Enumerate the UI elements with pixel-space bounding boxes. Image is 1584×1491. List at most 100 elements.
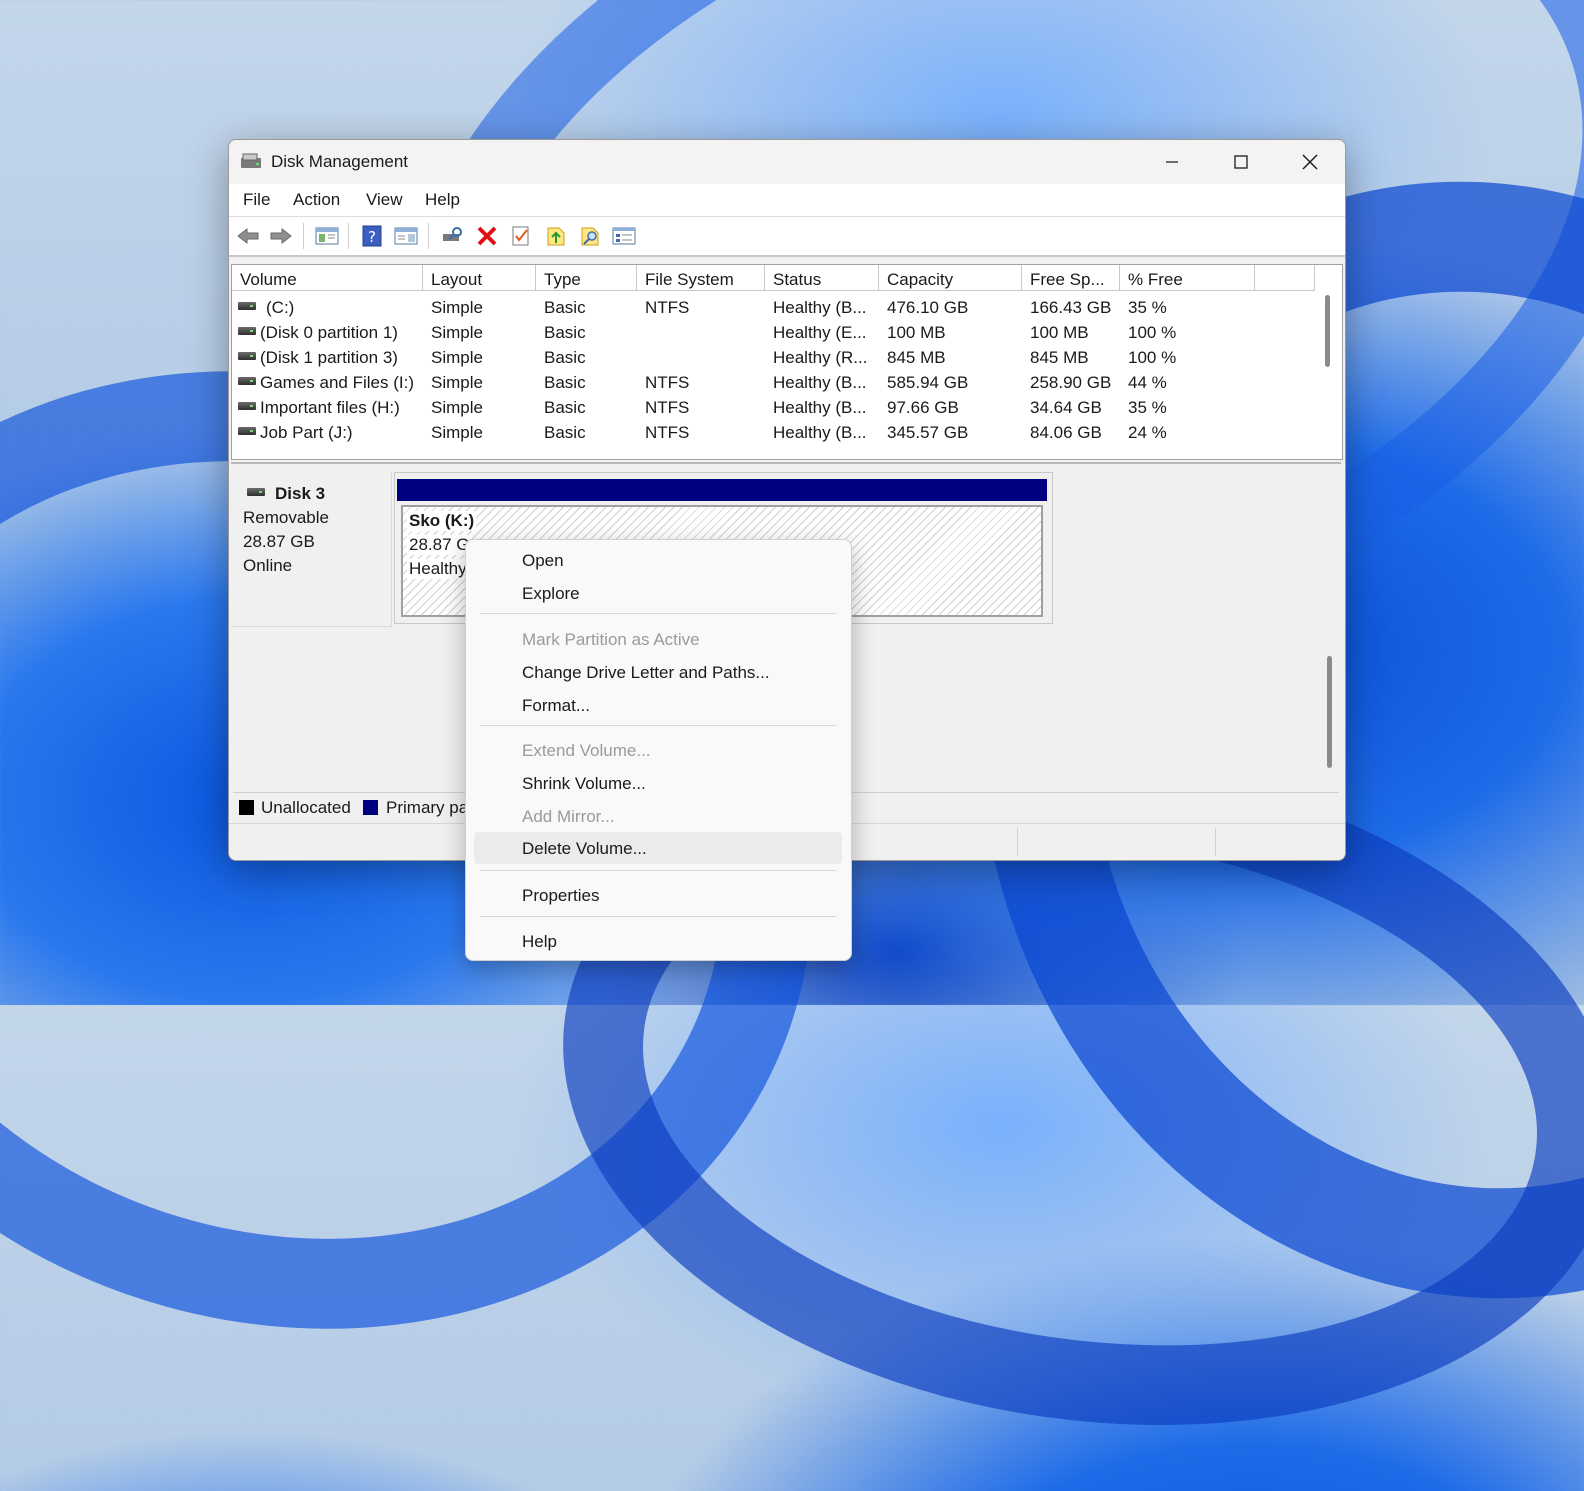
menu-bar: File Action View Help	[229, 184, 1345, 217]
menu-item-label: Extend Volume...	[522, 741, 651, 760]
disk-label-panel[interactable]: Disk 3 Removable 28.87 GB Online	[231, 472, 392, 627]
menu-item-explore[interactable]: Explore	[474, 577, 842, 609]
cell-free-space: 84.06 GB	[1030, 423, 1102, 442]
cell-type: Basic	[544, 423, 586, 442]
status-divider	[1017, 828, 1018, 856]
menu-item-help[interactable]: Help	[474, 925, 842, 957]
menu-item-label: Format...	[522, 696, 591, 715]
menu-item-mark-active[interactable]: Mark Partition as Active	[474, 623, 842, 655]
menu-item-shrink-volume[interactable]: Shrink Volume...	[474, 767, 842, 799]
cell-status: Healthy (B...	[773, 373, 867, 392]
maximize-button[interactable]	[1206, 140, 1276, 184]
table-row[interactable]: Important files (H:) Simple Basic NTFS H…	[232, 395, 1314, 420]
minimize-button[interactable]	[1137, 140, 1207, 184]
minimize-icon	[1166, 161, 1178, 163]
disk-kind: Removable	[243, 508, 329, 527]
cell-volume: Games and Files (I:)	[260, 373, 414, 392]
drive-icon	[238, 402, 256, 410]
menu-item-format[interactable]: Format...	[474, 689, 842, 721]
table-row[interactable]: (Disk 0 partition 1) Simple Basic Health…	[232, 320, 1314, 345]
connect-disk-button[interactable]	[439, 224, 465, 248]
column-header-volume[interactable]: Volume	[232, 265, 423, 291]
console-tree-icon	[315, 227, 339, 245]
cell-file-system: NTFS	[645, 373, 690, 392]
menu-action[interactable]: Action	[293, 190, 340, 210]
cell-status: Healthy (B...	[773, 423, 867, 442]
volume-list-scrollbar[interactable]	[1325, 295, 1330, 367]
cell-layout: Simple	[431, 323, 483, 342]
cell-capacity: 97.66 GB	[887, 398, 959, 417]
menu-help[interactable]: Help	[425, 190, 460, 210]
unallocated-swatch	[239, 800, 254, 815]
menu-item-add-mirror[interactable]: Add Mirror...	[474, 800, 842, 832]
drive-icon	[238, 327, 256, 335]
menu-view[interactable]: View	[366, 190, 403, 210]
cell-layout: Simple	[431, 373, 483, 392]
legend-primary: Primary pa	[386, 798, 469, 817]
cell-volume: (C:)	[266, 298, 295, 317]
title-bar: Disk Management	[229, 140, 1345, 184]
search-button[interactable]	[577, 224, 603, 248]
cell-free-space: 100 MB	[1030, 323, 1089, 342]
show-pane-button[interactable]	[393, 224, 419, 248]
table-row[interactable]: Job Part (J:) Simple Basic NTFS Healthy …	[232, 420, 1314, 445]
context-menu: Open Explore Mark Partition as Active Ch…	[465, 539, 852, 961]
console-tree-button[interactable]	[314, 224, 340, 248]
close-icon	[1302, 154, 1318, 170]
close-button[interactable]	[1275, 140, 1345, 184]
import-button[interactable]	[543, 224, 569, 248]
cell-type: Basic	[544, 348, 586, 367]
drive-icon	[238, 352, 256, 360]
column-header-status[interactable]: Status	[765, 265, 879, 291]
cell-volume: Important files (H:)	[260, 398, 400, 417]
cell-percent-free: 24 %	[1128, 423, 1167, 442]
cell-capacity: 345.57 GB	[887, 423, 969, 442]
disk-pane-scrollbar[interactable]	[1327, 656, 1332, 768]
back-icon	[237, 227, 259, 245]
delete-button[interactable]	[474, 224, 500, 248]
menu-item-label: Help	[522, 932, 557, 951]
help-button[interactable]: ?	[359, 224, 385, 248]
menu-item-change-drive-letter[interactable]: Change Drive Letter and Paths...	[474, 656, 842, 688]
table-row[interactable]: Games and Files (I:) Simple Basic NTFS H…	[232, 370, 1314, 395]
search-icon	[581, 227, 599, 246]
check-button[interactable]	[508, 224, 534, 248]
properties-button[interactable]	[611, 224, 637, 248]
menu-item-open[interactable]: Open	[474, 544, 842, 576]
menu-file[interactable]: File	[243, 190, 270, 210]
cell-status: Healthy (R...	[773, 348, 868, 367]
column-header-type[interactable]: Type	[536, 265, 637, 291]
cell-capacity: 476.10 GB	[887, 298, 969, 317]
forward-button[interactable]	[268, 224, 294, 248]
disk-size: 28.87 GB	[243, 532, 315, 551]
toolbar-separator	[303, 223, 304, 249]
cell-free-space: 845 MB	[1030, 348, 1089, 367]
cell-percent-free: 35 %	[1128, 398, 1167, 417]
table-row[interactable]: (Disk 1 partition 3) Simple Basic Health…	[232, 345, 1314, 370]
partition-name: Sko (K:)	[407, 511, 477, 531]
column-header-layout[interactable]: Layout	[423, 265, 536, 291]
cell-percent-free: 35 %	[1128, 298, 1167, 317]
properties-icon	[612, 227, 636, 245]
volume-list: Volume Layout Type File System Status Ca…	[231, 264, 1343, 460]
column-header-percent-free[interactable]: % Free	[1120, 265, 1255, 291]
menu-item-delete-volume[interactable]: Delete Volume...	[474, 832, 842, 864]
column-header-file-system[interactable]: File System	[637, 265, 765, 291]
table-row[interactable]: (C:) Simple Basic NTFS Healthy (B... 476…	[232, 295, 1314, 320]
menu-separator	[480, 725, 836, 726]
window-title: Disk Management	[271, 152, 409, 171]
cell-capacity: 100 MB	[887, 323, 946, 342]
column-header-capacity[interactable]: Capacity	[879, 265, 1022, 291]
cell-percent-free: 44 %	[1128, 373, 1167, 392]
cell-layout: Simple	[431, 348, 483, 367]
column-header-free-space[interactable]: Free Sp...	[1022, 265, 1120, 291]
drive-icon	[238, 377, 256, 385]
maximize-icon	[1234, 155, 1248, 169]
drive-icon	[238, 427, 256, 435]
cell-type: Basic	[544, 323, 586, 342]
import-icon	[547, 227, 565, 246]
menu-item-properties[interactable]: Properties	[474, 879, 842, 911]
menu-item-extend-volume[interactable]: Extend Volume...	[474, 734, 842, 766]
cell-file-system: NTFS	[645, 298, 690, 317]
back-button[interactable]	[235, 224, 261, 248]
